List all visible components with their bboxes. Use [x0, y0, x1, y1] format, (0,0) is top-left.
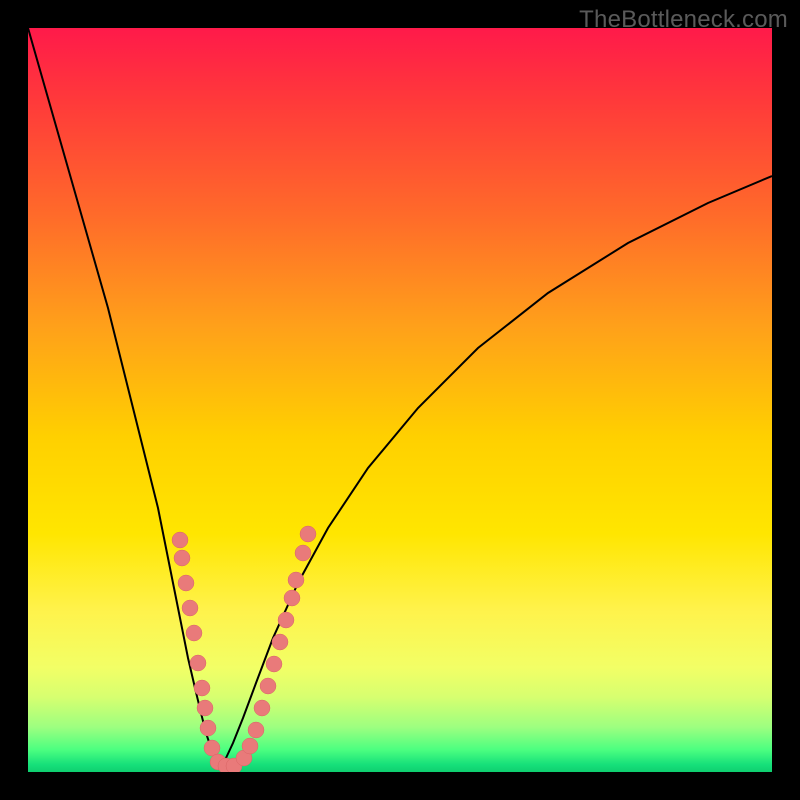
data-dot — [186, 625, 202, 641]
data-dot — [284, 590, 300, 606]
data-dot — [266, 656, 282, 672]
plot-area — [28, 28, 772, 772]
data-dot — [254, 700, 270, 716]
dots-left-group — [172, 532, 242, 772]
data-dot — [278, 612, 294, 628]
data-dot — [242, 738, 258, 754]
data-dot — [182, 600, 198, 616]
data-dot — [172, 532, 188, 548]
right-curve — [222, 176, 772, 766]
data-dot — [272, 634, 288, 650]
watermark-text: TheBottleneck.com — [579, 6, 788, 34]
data-dot — [190, 655, 206, 671]
data-dot — [295, 545, 311, 561]
left-curve — [28, 28, 222, 766]
data-dot — [300, 526, 316, 542]
data-dot — [174, 550, 190, 566]
data-dot — [204, 740, 220, 756]
data-dot — [197, 700, 213, 716]
data-dot — [194, 680, 210, 696]
data-dot — [200, 720, 216, 736]
data-dot — [178, 575, 194, 591]
data-dot — [248, 722, 264, 738]
chart-svg — [28, 28, 772, 772]
chart-frame: TheBottleneck.com — [0, 0, 800, 800]
data-dot — [288, 572, 304, 588]
dots-right-group — [236, 526, 316, 766]
data-dot — [260, 678, 276, 694]
